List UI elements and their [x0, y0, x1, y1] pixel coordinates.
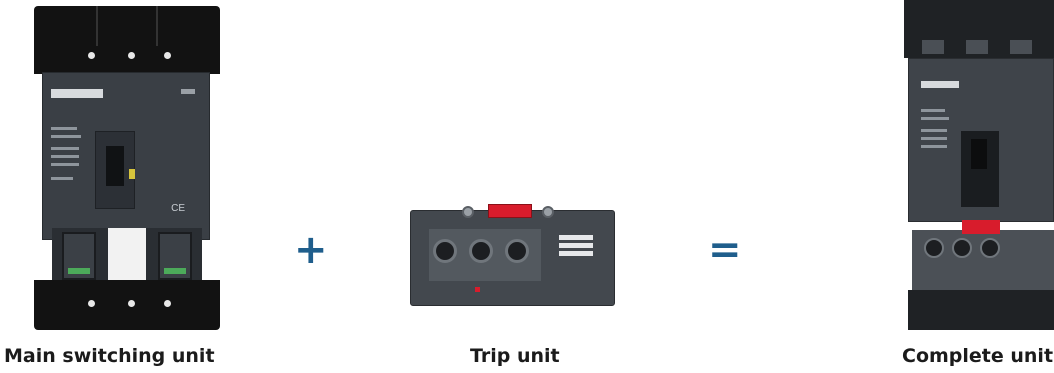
plus-icon: + [294, 227, 328, 273]
setting-dial [952, 238, 972, 258]
breaker-housing: CE [42, 72, 210, 240]
main-switching-unit-image: CE [34, 6, 220, 330]
setting-dial [433, 239, 457, 263]
trip-indicator [475, 287, 480, 292]
equals-icon: = [708, 227, 742, 273]
trip-unit-caption: Trip unit [470, 345, 560, 367]
setting-dial [980, 238, 1000, 258]
terminal-area [52, 228, 202, 284]
trip-unit-housing [410, 210, 615, 306]
bottom-terminal-cover [34, 280, 220, 330]
test-button [962, 220, 1000, 234]
top-terminal-cover [904, 0, 1054, 58]
setting-dial [469, 239, 493, 263]
mounting-screw [542, 206, 554, 218]
brand-label [51, 89, 103, 98]
complete-unit-caption: Complete unit [902, 345, 1054, 367]
top-terminal-cover [34, 6, 220, 74]
operating-handle [106, 146, 124, 186]
status-indicator [129, 169, 135, 179]
test-button [488, 204, 532, 218]
ce-mark-icon: CE [171, 203, 185, 214]
bottom-terminal-cover [908, 290, 1054, 330]
main-switching-unit-caption: Main switching unit [4, 345, 215, 367]
setting-dial [505, 239, 529, 263]
mounting-screw [462, 206, 474, 218]
operating-handle [961, 131, 999, 207]
model-label [181, 89, 195, 94]
rating-labels [559, 235, 593, 265]
installed-trip-unit [912, 230, 1054, 290]
brand-label [921, 81, 959, 88]
setting-dial [924, 238, 944, 258]
trip-unit-image [410, 204, 615, 308]
complete-unit-image [904, 0, 1054, 330]
breaker-housing [908, 58, 1054, 222]
